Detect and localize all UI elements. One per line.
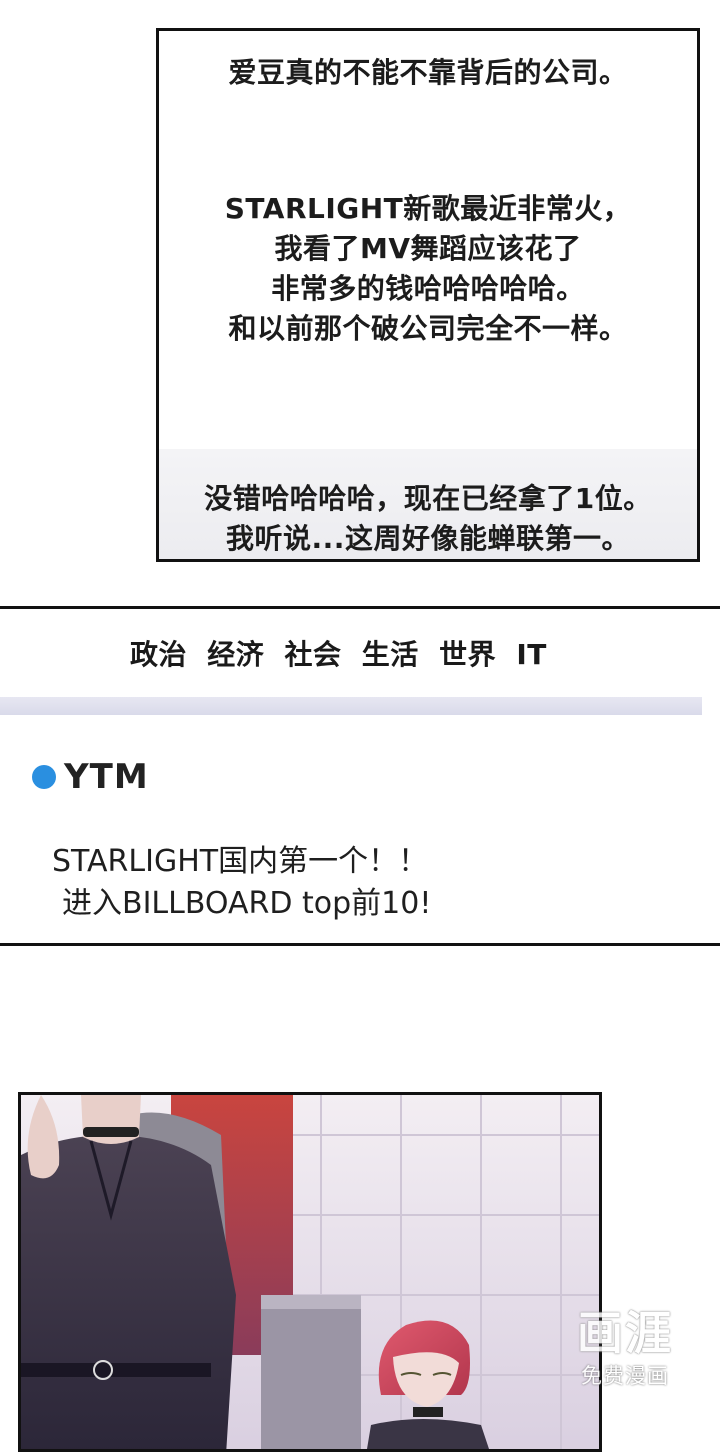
comment-box: 爱豆真的不能不靠背后的公司。 STARLIGHT新歌最近非常火， 我看了MV舞蹈…: [156, 28, 700, 562]
nav-item-politics[interactable]: 政治: [130, 638, 187, 671]
comment-line: 和以前那个破公司完全不一样。: [159, 309, 697, 349]
comic-scene: [21, 1095, 602, 1452]
news-panel: 政治 经济 社会 生活 世界 IT YTM STARLIGHT国内第一个！！ 进…: [0, 606, 720, 946]
nav-item-world[interactable]: 世界: [439, 638, 496, 671]
reply-area: 没错哈哈哈哈，现在已经拿了1位。 我听说...这周好像能蝉联第一。: [159, 449, 697, 559]
watermark: 画涯 免费漫画: [560, 1306, 690, 1390]
news-category-nav: 政治 经济 社会 生活 世界 IT: [130, 633, 557, 673]
comment-line: 非常多的钱哈哈哈哈哈。: [159, 269, 697, 309]
nav-item-society[interactable]: 社会: [285, 638, 342, 671]
nav-item-it[interactable]: IT: [516, 638, 547, 671]
comic-illustration: [18, 1092, 602, 1452]
watermark-subtitle: 免费漫画: [560, 1360, 690, 1390]
comment-line: 爱豆真的不能不靠背后的公司。: [159, 53, 697, 93]
nav-item-life[interactable]: 生活: [362, 638, 419, 671]
comment-line: 我看了MV舞蹈应该花了: [159, 229, 697, 269]
divider: [0, 697, 702, 715]
nav-item-economy[interactable]: 经济: [207, 638, 264, 671]
news-source: YTM: [64, 757, 149, 797]
source-dot-icon: [32, 765, 56, 789]
news-headline[interactable]: 进入BILLBOARD top前10!: [62, 883, 431, 925]
watermark-logo: 画涯: [560, 1306, 690, 1360]
comment-line: STARLIGHT新歌最近非常火，: [159, 189, 697, 229]
grey-box: [261, 1295, 361, 1452]
news-headline[interactable]: STARLIGHT国内第一个！！: [52, 841, 428, 883]
reply-line: 没错哈哈哈哈，现在已经拿了1位。: [159, 479, 697, 519]
reply-line: 我听说...这周好像能蝉联第一。: [159, 519, 697, 559]
